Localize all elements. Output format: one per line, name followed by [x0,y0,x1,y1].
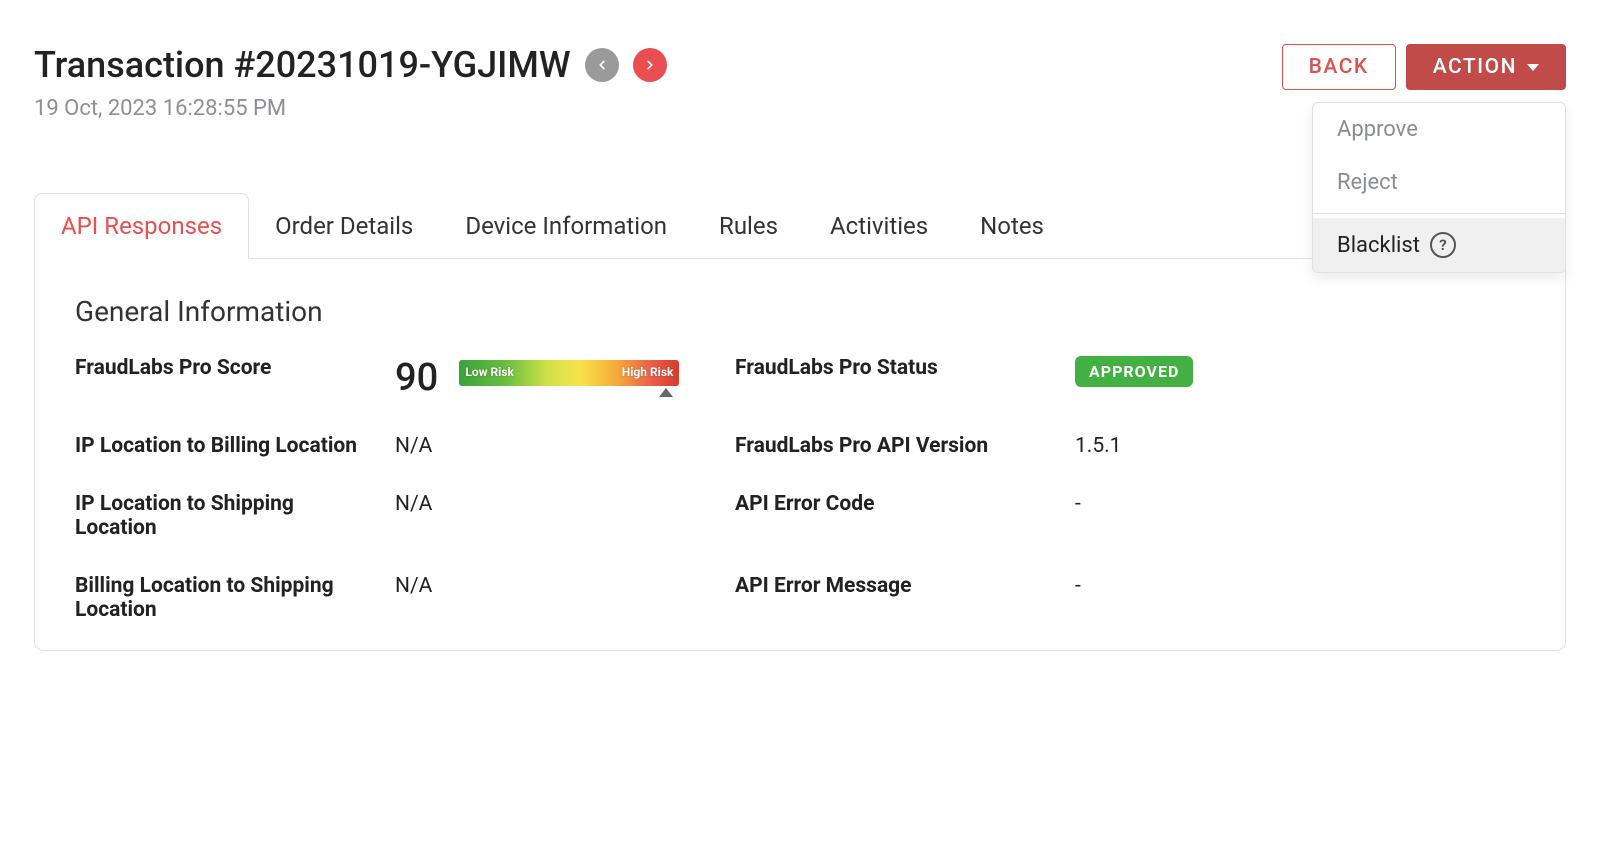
tab-api-responses[interactable]: API Responses [34,193,249,259]
label-api-error-code: API Error Code [735,492,1075,516]
value-api-error-code: - [1075,492,1525,516]
transaction-timestamp: 19 Oct, 2023 16:28:55 PM [34,96,667,121]
dropdown-item-blacklist[interactable]: Blacklist ? [1313,218,1565,272]
tab-activities[interactable]: Activities [804,194,954,258]
tab-rules[interactable]: Rules [693,194,804,258]
info-grid: FraudLabs Pro Score 90 Low Risk High Ris… [75,356,1525,622]
action-dropdown: Approve Reject Blacklist ? [1312,102,1566,273]
dropdown-item-approve[interactable]: Approve [1313,103,1565,156]
tab-device-information[interactable]: Device Information [439,194,693,258]
action-button[interactable]: ACTION [1406,44,1566,90]
label-api-error-message: API Error Message [735,574,1075,598]
value-fraud-status: APPROVED [1075,356,1525,387]
tab-notes[interactable]: Notes [954,194,1070,258]
dropdown-item-reject[interactable]: Reject [1313,156,1565,209]
help-icon[interactable]: ? [1430,232,1456,258]
risk-bar: Low Risk High Risk [459,360,679,386]
value-api-error-message: - [1075,574,1525,598]
panel-general-information: General Information FraudLabs Pro Score … [34,259,1566,651]
title-block: Transaction #20231019-YGJIMW 19 Oct, 202… [34,44,667,121]
label-fraud-status: FraudLabs Pro Status [735,356,1075,380]
dropdown-divider [1313,213,1565,214]
value-billing-to-shipping: N/A [395,574,735,598]
action-button-label: ACTION [1433,55,1517,79]
risk-bar-wrap: Low Risk High Risk [459,360,679,397]
page-root: Transaction #20231019-YGJIMW 19 Oct, 202… [0,0,1600,846]
value-api-version: 1.5.1 [1075,434,1525,458]
value-ip-to-shipping: N/A [395,492,735,516]
label-fraud-score: FraudLabs Pro Score [75,356,395,380]
prev-transaction-button[interactable] [585,48,619,82]
top-buttons: BACK ACTION Approve Reject Blacklist ? [1282,44,1566,90]
label-ip-to-billing: IP Location to Billing Location [75,434,395,458]
header-row: Transaction #20231019-YGJIMW 19 Oct, 202… [34,44,1566,121]
chevron-left-icon [595,58,609,72]
label-api-version: FraudLabs Pro API Version [735,434,1075,458]
caret-down-icon [1527,64,1539,71]
risk-bar-high-label: High Risk [622,365,674,379]
label-ip-to-shipping: IP Location to Shipping Location [75,492,395,540]
chevron-right-icon [643,58,657,72]
back-button[interactable]: BACK [1282,44,1396,90]
title-line: Transaction #20231019-YGJIMW [34,44,667,86]
risk-bar-low-label: Low Risk [465,365,514,379]
value-ip-to-billing: N/A [395,434,735,458]
dropdown-item-blacklist-label: Blacklist [1337,233,1420,258]
fraud-score-number: 90 [395,356,438,400]
tab-order-details[interactable]: Order Details [249,194,439,258]
page-title: Transaction #20231019-YGJIMW [34,44,571,86]
section-title: General Information [75,295,1525,328]
label-billing-to-shipping: Billing Location to Shipping Location [75,574,395,622]
status-badge: APPROVED [1075,356,1193,387]
risk-marker-icon [659,388,673,397]
next-transaction-button[interactable] [633,48,667,82]
value-fraud-score: 90 Low Risk High Risk [395,356,735,400]
